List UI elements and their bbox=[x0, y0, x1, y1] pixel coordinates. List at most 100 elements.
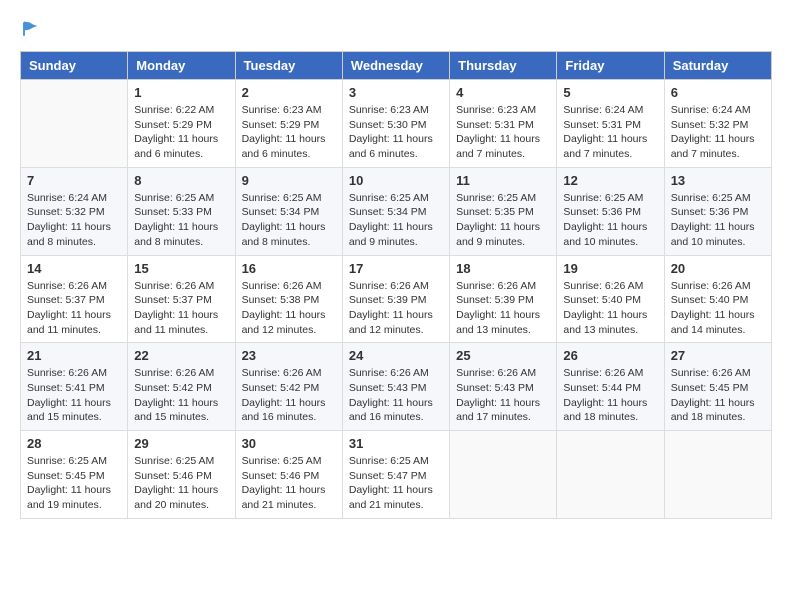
day-info-text: Daylight: 11 hours and 20 minutes. bbox=[134, 483, 228, 512]
day-info-text: Sunrise: 6:26 AM bbox=[456, 366, 550, 381]
calendar-cell: 24Sunrise: 6:26 AMSunset: 5:43 PMDayligh… bbox=[342, 343, 449, 431]
day-info-text: Sunset: 5:34 PM bbox=[349, 205, 443, 220]
calendar-week-row: 28Sunrise: 6:25 AMSunset: 5:45 PMDayligh… bbox=[21, 431, 772, 519]
day-info-text: Sunrise: 6:25 AM bbox=[349, 191, 443, 206]
days-header-row: SundayMondayTuesdayWednesdayThursdayFrid… bbox=[21, 52, 772, 80]
day-info-text: Sunrise: 6:25 AM bbox=[671, 191, 765, 206]
calendar-cell: 16Sunrise: 6:26 AMSunset: 5:38 PMDayligh… bbox=[235, 255, 342, 343]
day-info-text: Sunset: 5:37 PM bbox=[27, 293, 121, 308]
day-info-text: Sunrise: 6:22 AM bbox=[134, 103, 228, 118]
day-info-text: Sunrise: 6:26 AM bbox=[563, 279, 657, 294]
calendar-cell: 15Sunrise: 6:26 AMSunset: 5:37 PMDayligh… bbox=[128, 255, 235, 343]
logo-flag-icon bbox=[21, 20, 39, 38]
day-info-text: Daylight: 11 hours and 16 minutes. bbox=[242, 396, 336, 425]
day-info-text: Sunset: 5:31 PM bbox=[563, 118, 657, 133]
day-info-text: Sunset: 5:36 PM bbox=[671, 205, 765, 220]
day-info-text: Sunset: 5:45 PM bbox=[671, 381, 765, 396]
calendar-cell: 6Sunrise: 6:24 AMSunset: 5:32 PMDaylight… bbox=[664, 80, 771, 168]
calendar-cell: 8Sunrise: 6:25 AMSunset: 5:33 PMDaylight… bbox=[128, 167, 235, 255]
day-info-text: Sunset: 5:46 PM bbox=[134, 469, 228, 484]
day-header-friday: Friday bbox=[557, 52, 664, 80]
day-info-text: Daylight: 11 hours and 10 minutes. bbox=[563, 220, 657, 249]
calendar-cell: 1Sunrise: 6:22 AMSunset: 5:29 PMDaylight… bbox=[128, 80, 235, 168]
day-info-text: Sunset: 5:29 PM bbox=[134, 118, 228, 133]
day-info-text: Sunrise: 6:25 AM bbox=[242, 454, 336, 469]
day-info-text: Daylight: 11 hours and 9 minutes. bbox=[456, 220, 550, 249]
calendar-cell: 10 Sunrise: 6:25 AMSunset: 5:34 PMDayligh… bbox=[342, 167, 449, 255]
day-number: 13 bbox=[671, 173, 765, 188]
day-info-text: Sunset: 5:30 PM bbox=[349, 118, 443, 133]
day-info-text: Daylight: 11 hours and 9 minutes. bbox=[349, 220, 443, 249]
day-number: 21 bbox=[27, 348, 121, 363]
day-info-text: Daylight: 11 hours and 12 minutes. bbox=[349, 308, 443, 337]
day-info-text: Sunrise: 6:25 AM bbox=[27, 454, 121, 469]
day-number: 8 bbox=[134, 173, 228, 188]
logo-text bbox=[20, 20, 39, 43]
day-info-text: Daylight: 11 hours and 13 minutes. bbox=[456, 308, 550, 337]
day-info-text: Sunset: 5:43 PM bbox=[349, 381, 443, 396]
day-info-text: Sunrise: 6:23 AM bbox=[242, 103, 336, 118]
day-number: 16 bbox=[242, 261, 336, 276]
calendar-cell: 27Sunrise: 6:26 AMSunset: 5:45 PMDayligh… bbox=[664, 343, 771, 431]
calendar-cell: 20Sunrise: 6:26 AMSunset: 5:40 PMDayligh… bbox=[664, 255, 771, 343]
day-number: 4 bbox=[456, 85, 550, 100]
day-info-text: Daylight: 11 hours and 21 minutes. bbox=[349, 483, 443, 512]
day-number: 6 bbox=[671, 85, 765, 100]
calendar-cell bbox=[450, 431, 557, 519]
day-number: 20 bbox=[671, 261, 765, 276]
day-number: 26 bbox=[563, 348, 657, 363]
day-number: 12 bbox=[563, 173, 657, 188]
calendar-cell: 22Sunrise: 6:26 AMSunset: 5:42 PMDayligh… bbox=[128, 343, 235, 431]
calendar-cell: 30Sunrise: 6:25 AMSunset: 5:46 PMDayligh… bbox=[235, 431, 342, 519]
day-number: 19 bbox=[563, 261, 657, 276]
day-info-text: Sunset: 5:33 PM bbox=[134, 205, 228, 220]
day-info-text: Sunset: 5:42 PM bbox=[242, 381, 336, 396]
day-number: 17 bbox=[349, 261, 443, 276]
day-info-text: Sunset: 5:40 PM bbox=[671, 293, 765, 308]
day-info-text: Sunrise: 6:25 AM bbox=[563, 191, 657, 206]
day-info-text: Daylight: 11 hours and 6 minutes. bbox=[349, 132, 443, 161]
day-number: 10 bbox=[349, 173, 443, 188]
day-number: 27 bbox=[671, 348, 765, 363]
day-header-monday: Monday bbox=[128, 52, 235, 80]
calendar-table: SundayMondayTuesdayWednesdayThursdayFrid… bbox=[20, 51, 772, 519]
day-info-text: Daylight: 11 hours and 17 minutes. bbox=[456, 396, 550, 425]
day-info-text: Sunset: 5:47 PM bbox=[349, 469, 443, 484]
day-info-text: Sunrise: 6:26 AM bbox=[27, 366, 121, 381]
day-number: 14 bbox=[27, 261, 121, 276]
day-info-text: Sunset: 5:35 PM bbox=[456, 205, 550, 220]
calendar-cell bbox=[664, 431, 771, 519]
day-info-text: Sunset: 5:46 PM bbox=[242, 469, 336, 484]
day-number: 1 bbox=[134, 85, 228, 100]
day-info-text: Sunset: 5:39 PM bbox=[349, 293, 443, 308]
calendar-cell: 12 Sunrise: 6:25 AMSunset: 5:36 PMDayligh… bbox=[557, 167, 664, 255]
calendar-cell: 29Sunrise: 6:25 AMSunset: 5:46 PMDayligh… bbox=[128, 431, 235, 519]
calendar-cell: 14Sunrise: 6:26 AMSunset: 5:37 PMDayligh… bbox=[21, 255, 128, 343]
day-info-text: Sunrise: 6:26 AM bbox=[671, 279, 765, 294]
day-info-text: Daylight: 11 hours and 15 minutes. bbox=[27, 396, 121, 425]
calendar-cell bbox=[21, 80, 128, 168]
day-number: 24 bbox=[349, 348, 443, 363]
day-header-sunday: Sunday bbox=[21, 52, 128, 80]
day-info-text: Daylight: 11 hours and 16 minutes. bbox=[349, 396, 443, 425]
calendar-body: 1Sunrise: 6:22 AMSunset: 5:29 PMDaylight… bbox=[21, 80, 772, 519]
day-info-text: Sunset: 5:37 PM bbox=[134, 293, 228, 308]
day-info-text: Sunrise: 6:26 AM bbox=[671, 366, 765, 381]
calendar-cell bbox=[557, 431, 664, 519]
day-info-text: Daylight: 11 hours and 11 minutes. bbox=[27, 308, 121, 337]
day-info-text: Sunset: 5:39 PM bbox=[456, 293, 550, 308]
day-info-text: Daylight: 11 hours and 15 minutes. bbox=[134, 396, 228, 425]
calendar-week-row: 14Sunrise: 6:26 AMSunset: 5:37 PMDayligh… bbox=[21, 255, 772, 343]
day-info-text: Sunset: 5:29 PM bbox=[242, 118, 336, 133]
day-info-text: Daylight: 11 hours and 8 minutes. bbox=[134, 220, 228, 249]
day-info-text: Sunset: 5:32 PM bbox=[671, 118, 765, 133]
day-info-text: Sunrise: 6:25 AM bbox=[134, 454, 228, 469]
day-info-text: Sunset: 5:36 PM bbox=[563, 205, 657, 220]
day-number: 25 bbox=[456, 348, 550, 363]
day-info-text: Daylight: 11 hours and 11 minutes. bbox=[134, 308, 228, 337]
day-info-text: Sunrise: 6:25 AM bbox=[349, 454, 443, 469]
calendar-cell: 19Sunrise: 6:26 AMSunset: 5:40 PMDayligh… bbox=[557, 255, 664, 343]
day-number: 28 bbox=[27, 436, 121, 451]
day-info-text: Sunrise: 6:25 AM bbox=[456, 191, 550, 206]
day-number: 31 bbox=[349, 436, 443, 451]
